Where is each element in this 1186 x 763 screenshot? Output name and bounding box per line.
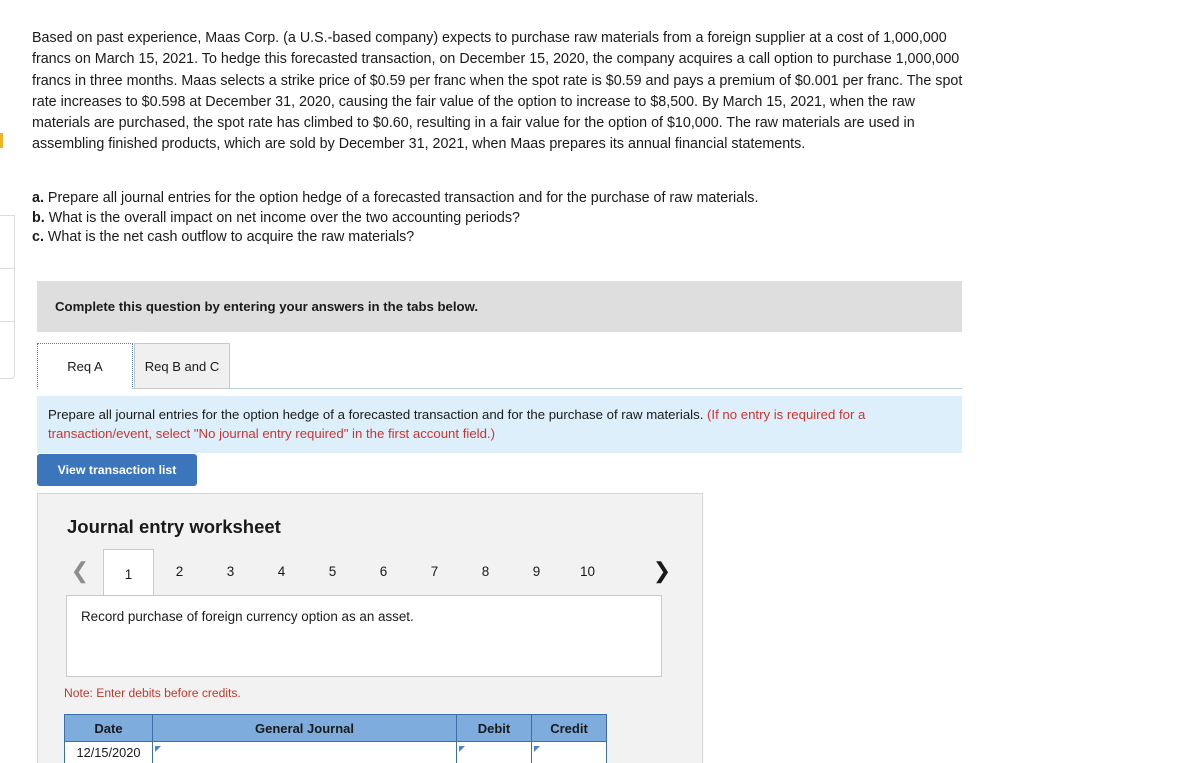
requirement-tabstrip: Req A Req B and C	[37, 343, 962, 389]
requirement-text-a: Prepare all journal entries for the opti…	[47, 190, 759, 206]
requirement-item-c: c. What is the net cash outflow to acqui…	[32, 228, 932, 248]
edge-panel-fragment-2	[0, 268, 15, 322]
worksheet-page-3[interactable]: 3	[205, 550, 256, 592]
worksheet-page-5[interactable]: 5	[307, 550, 358, 592]
chevron-left-icon[interactable]: ❮	[65, 550, 95, 592]
column-header-date: Date	[64, 714, 153, 742]
requirements-list: a. Prepare all journal entries for the o…	[32, 189, 932, 248]
tab-req-b-and-c[interactable]: Req B and C	[134, 343, 230, 389]
page-root: Based on past experience, Maas Corp. (a …	[0, 0, 1186, 763]
transaction-description-box: Record purchase of foreign currency opti…	[66, 595, 662, 677]
edge-panel-fragment-3	[0, 321, 15, 379]
chevron-right-icon[interactable]: ❯	[647, 550, 677, 592]
requirement-item-a: a. Prepare all journal entries for the o…	[32, 189, 932, 209]
worksheet-page-9[interactable]: 9	[511, 550, 562, 592]
requirement-label-a: a.	[32, 190, 44, 206]
column-header-credit: Credit	[531, 714, 607, 742]
worksheet-page-2[interactable]: 2	[154, 550, 205, 592]
problem-statement: Based on past experience, Maas Corp. (a …	[32, 30, 963, 153]
journal-entry-table: Date General Journal Debit Credit 12/15/…	[64, 714, 607, 763]
tab-req-a-label: Req A	[67, 358, 103, 374]
edge-panel-fragment-1	[0, 215, 15, 269]
worksheet-title: Journal entry worksheet	[67, 516, 281, 537]
complete-question-text: Complete this question by entering your …	[55, 299, 479, 314]
dropdown-marker-icon	[534, 746, 540, 752]
tab-req-b-and-c-label: Req B and C	[144, 358, 220, 374]
worksheet-pager: ❮ 1 2 3 4 5 6 7 8 9 10 ❯	[65, 549, 677, 598]
worksheet-page-6[interactable]: 6	[358, 550, 409, 592]
journal-table-header-row: Date General Journal Debit Credit	[64, 714, 607, 742]
worksheet-page-4[interactable]: 4	[256, 550, 307, 592]
transaction-description-text: Record purchase of foreign currency opti…	[81, 609, 414, 624]
view-transaction-list-button[interactable]: View transaction list	[37, 454, 197, 486]
dropdown-marker-icon	[459, 746, 465, 752]
column-header-debit: Debit	[456, 714, 532, 742]
info-banner-main: Prepare all journal entries for the opti…	[48, 407, 704, 422]
edge-highlight-marker	[0, 133, 3, 148]
worksheet-page-list: 1 2 3 4 5 6 7 8 9 10	[103, 549, 613, 598]
cell-date[interactable]: 12/15/2020	[64, 741, 153, 763]
requirement-info-banner: Prepare all journal entries for the opti…	[37, 396, 962, 453]
requirement-item-b: b. What is the overall impact on net inc…	[32, 209, 932, 229]
table-row: 12/15/2020	[64, 741, 607, 763]
requirement-label-b: b.	[32, 209, 45, 226]
requirement-text-b: What is the overall impact on net income…	[48, 209, 520, 226]
tab-req-a[interactable]: Req A	[37, 343, 133, 389]
cell-debit-input[interactable]	[456, 741, 532, 763]
worksheet-page-7[interactable]: 7	[409, 550, 460, 592]
requirement-label-c: c.	[32, 229, 44, 245]
column-header-general-journal: General Journal	[152, 714, 457, 742]
worksheet-page-1[interactable]: 1	[103, 549, 154, 598]
worksheet-page-10[interactable]: 10	[562, 550, 613, 592]
dropdown-marker-icon	[155, 746, 161, 752]
cell-credit-input[interactable]	[531, 741, 607, 763]
cell-account-select[interactable]	[152, 741, 457, 763]
complete-question-bar: Complete this question by entering your …	[37, 281, 962, 332]
worksheet-note: Note: Enter debits before credits.	[64, 686, 241, 700]
worksheet-page-8[interactable]: 8	[460, 550, 511, 592]
requirement-text-c: What is the net cash outflow to acquire …	[47, 229, 415, 245]
